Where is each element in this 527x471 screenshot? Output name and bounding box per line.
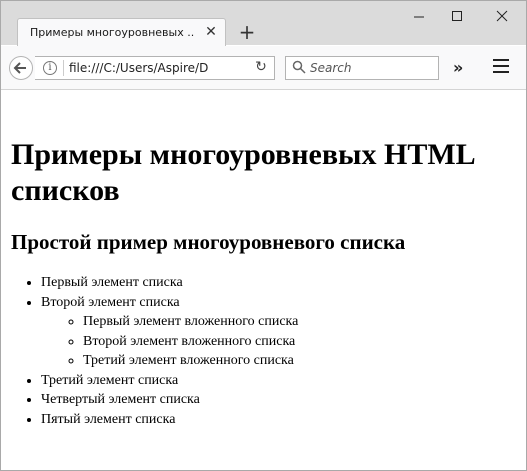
list-item: Четвертый элемент списка: [41, 390, 516, 410]
address-bar[interactable]: i file:///C:/Users/Aspire/D ↻: [35, 56, 275, 80]
nav-toolbar: i file:///C:/Users/Aspire/D ↻ Search »: [1, 46, 526, 90]
page-content: Примеры многоуровневых HTML списков Прос…: [1, 111, 526, 471]
search-box[interactable]: Search: [285, 56, 439, 80]
list-item: Первый элемент списка: [41, 273, 516, 293]
close-window-button[interactable]: [487, 9, 517, 29]
nested-list-item: Второй элемент вложенного списка: [83, 332, 516, 352]
outer-list: Первый элемент списка Второй элемент спи…: [11, 273, 516, 429]
maximize-button[interactable]: [442, 9, 472, 29]
info-icon[interactable]: i: [43, 61, 57, 75]
search-placeholder: Search: [310, 61, 352, 75]
page-heading: Примеры многоуровневых HTML списков: [11, 138, 474, 207]
list-item-label: Второй элемент списка: [41, 294, 180, 310]
active-tab[interactable]: Примеры многоуровневых ... ✕: [17, 18, 226, 46]
hamburger-menu-icon[interactable]: [493, 59, 509, 75]
close-icon: [496, 10, 508, 22]
url-text[interactable]: file:///C:/Users/Aspire/D: [69, 61, 239, 75]
nested-list-item: Третий элемент вложенного списка: [83, 351, 516, 371]
nested-list: Первый элемент вложенного списка Второй …: [41, 312, 516, 371]
tab-title: Примеры многоуровневых ...: [30, 26, 195, 39]
maximize-icon: [452, 11, 462, 21]
browser-window: Примеры многоуровневых ... ✕ + i file://…: [0, 0, 527, 471]
search-icon: [292, 60, 306, 74]
minimize-button[interactable]: [404, 9, 434, 29]
section-heading: Простой пример многоуровневого списка: [11, 230, 406, 254]
list-item: Второй элемент списка Первый элемент вло…: [41, 293, 516, 371]
tab-close-icon[interactable]: ✕: [203, 24, 219, 40]
back-button[interactable]: [9, 56, 33, 80]
nested-list-item: Первый элемент вложенного списка: [83, 312, 516, 332]
tab-bar: Примеры многоуровневых ... ✕ +: [1, 1, 526, 46]
url-separator: [63, 60, 64, 76]
new-tab-button[interactable]: +: [237, 22, 257, 43]
minimize-icon: [414, 16, 424, 18]
back-arrow-icon: [13, 62, 26, 74]
reload-icon[interactable]: ↻: [251, 59, 271, 75]
list-item: Третий элемент списка: [41, 371, 516, 391]
list-item: Пятый элемент списка: [41, 410, 516, 430]
overflow-chevron-icon[interactable]: »: [453, 58, 463, 77]
